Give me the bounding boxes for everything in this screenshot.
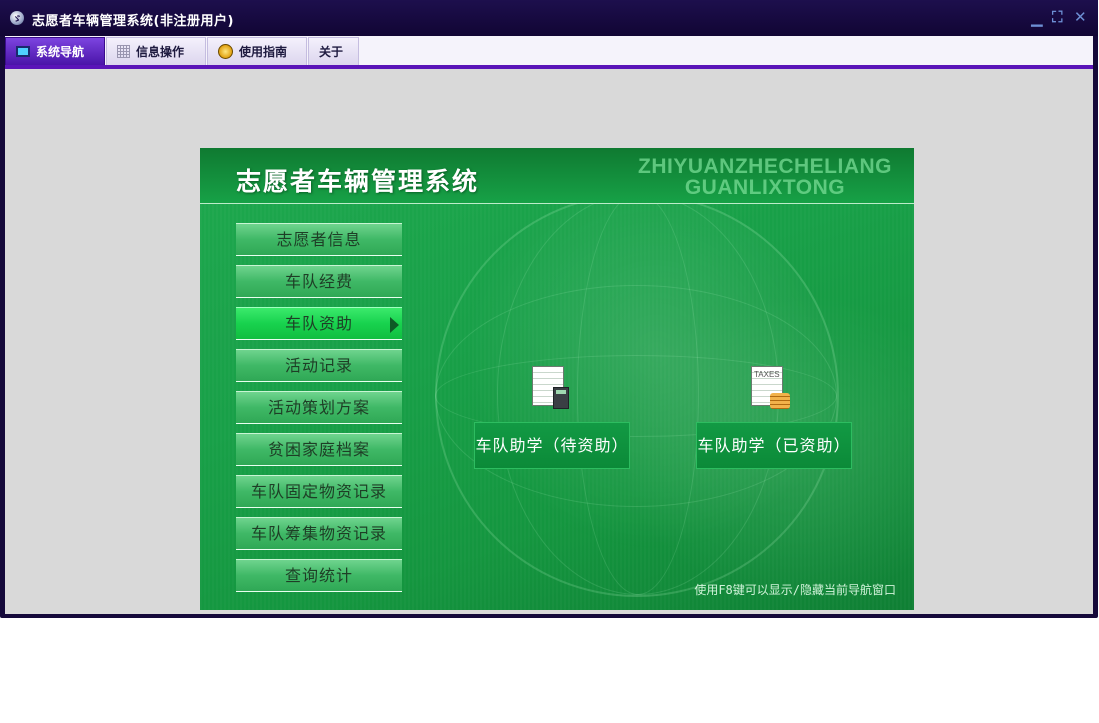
- title-bar[interactable]: ゞ 志愿者车辆管理系统(非注册用户) ▁ ⛶ ✕: [0, 0, 1098, 36]
- restore-icon[interactable]: ⛶: [1052, 8, 1063, 26]
- tab-label: 关于: [319, 45, 344, 59]
- nav-item-volunteer-info[interactable]: 志愿者信息: [236, 223, 402, 256]
- tab-label: 系统导航: [36, 45, 85, 59]
- nav-item-activity-records[interactable]: 活动记录: [236, 349, 402, 382]
- active-arrow-icon: [390, 317, 399, 333]
- close-icon[interactable]: ✕: [1074, 8, 1087, 26]
- pinyin-line-1: ZHIYUANZHECHELIANG: [638, 155, 892, 178]
- menu-bar: 系统导航 信息操作 使用指南 关于: [5, 36, 1093, 69]
- taxes-label: TAXES: [754, 370, 780, 379]
- tab-system-nav[interactable]: 系统导航: [5, 37, 105, 65]
- monitor-icon: [16, 46, 30, 57]
- nav-item-team-funds[interactable]: 车队经费: [236, 265, 402, 298]
- navigation-panel: 志愿者车辆管理系统 ZHIYUANZHECHELIANG GUANLIXTONG…: [200, 148, 914, 610]
- tab-info-operation[interactable]: 信息操作: [106, 37, 206, 65]
- minimize-icon[interactable]: ▁: [1031, 9, 1043, 27]
- compass-icon: [218, 44, 233, 59]
- tab-label: 使用指南: [239, 45, 288, 59]
- taxes-sheet-icon[interactable]: TAXES: [751, 366, 790, 409]
- panel-header: 志愿者车辆管理系统 ZHIYUANZHECHELIANG GUANLIXTONG: [200, 148, 914, 204]
- tab-user-guide[interactable]: 使用指南: [207, 37, 307, 65]
- nav-item-raised-supplies[interactable]: 车队筹集物资记录: [236, 517, 402, 550]
- nav-item-fixed-supplies[interactable]: 车队固定物资记录: [236, 475, 402, 508]
- pinyin-watermark: ZHIYUANZHECHELIANG GUANLIXTONG: [638, 156, 892, 198]
- nav-item-poor-family-files[interactable]: 贫困家庭档案: [236, 433, 402, 466]
- sponsorship-done-button[interactable]: 车队助学（已资助）: [696, 422, 852, 469]
- grid-icon: [117, 45, 130, 58]
- pinyin-line-2: GUANLIXTONG: [684, 176, 846, 199]
- nav-item-query-stats[interactable]: 查询统计: [236, 559, 402, 592]
- calculator-sheet-icon[interactable]: [532, 366, 569, 409]
- sponsorship-pending-button[interactable]: 车队助学（待资助）: [474, 422, 630, 469]
- nav-item-activity-plans[interactable]: 活动策划方案: [236, 391, 402, 424]
- f8-hint-text: 使用F8键可以显示/隐藏当前导航窗口: [694, 583, 896, 597]
- tab-label: 信息操作: [136, 45, 185, 59]
- header-divider: [200, 203, 914, 204]
- tab-about[interactable]: 关于: [308, 37, 359, 65]
- nav-item-team-sponsorship[interactable]: 车队资助: [236, 307, 402, 340]
- panel-title: 志愿者车辆管理系统: [236, 167, 480, 196]
- window-title: 志愿者车辆管理系统(非注册用户): [32, 14, 234, 29]
- app-logo-icon: ゞ: [10, 11, 24, 25]
